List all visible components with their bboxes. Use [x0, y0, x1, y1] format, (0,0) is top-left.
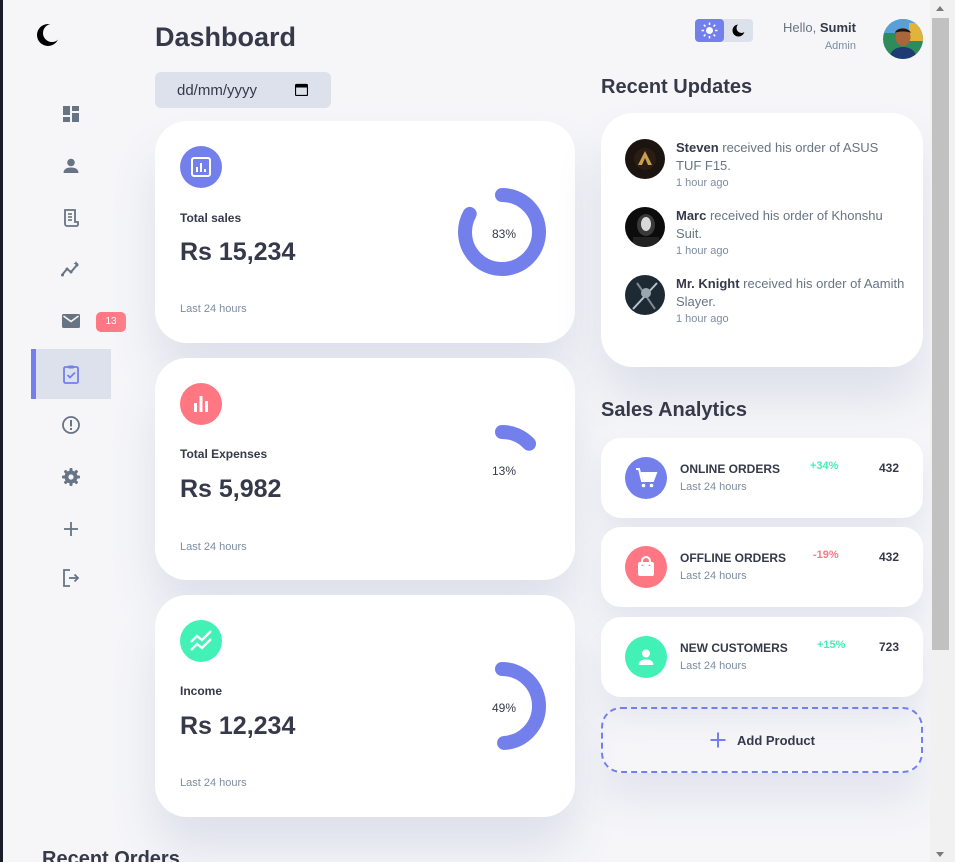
avatar [625, 275, 665, 315]
person-icon [625, 636, 667, 678]
card-period: Last 24 hours [180, 541, 247, 553]
light-mode-button[interactable] [695, 19, 724, 42]
greeting-text: Hello, [783, 20, 817, 35]
progress-percent: 13% [492, 464, 517, 478]
date-placeholder: dd/mm/yyyy [177, 81, 258, 99]
card-period: Last 24 hours [180, 303, 247, 315]
report-icon [62, 416, 80, 434]
sidebar-item-analytics[interactable] [31, 245, 111, 295]
logout-icon [63, 569, 80, 587]
insights-icon [61, 261, 79, 277]
recent-orders-title: Recent Orders [42, 848, 180, 862]
analytics-icon [180, 146, 222, 188]
scroll-down-arrow-icon[interactable] [936, 852, 944, 857]
card-period: Last 24 hours [180, 777, 247, 789]
cart-icon [625, 457, 667, 499]
add-product-button[interactable]: Add Product [601, 707, 923, 773]
analytics-period: Last 24 hours [680, 570, 747, 582]
income-card: Income Rs 12,234 Last 24 hours 49% [155, 595, 575, 817]
analytics-period: Last 24 hours [680, 481, 747, 493]
gear-icon [62, 468, 80, 486]
update-name: Mr. Knight [676, 276, 740, 291]
sidebar-item-products[interactable] [31, 349, 111, 399]
card-label: Total Expenses [180, 447, 268, 461]
recent-updates-title: Recent Updates [601, 76, 753, 98]
card-value: Rs 12,234 [180, 712, 296, 740]
sidebar-item-orders[interactable] [31, 193, 111, 243]
card-label: Income [180, 684, 223, 698]
total-sales-card: Total sales Rs 15,234 Last 24 hours 83% [155, 121, 575, 343]
analytics-period: Last 24 hours [680, 660, 747, 672]
analytics-item-offline-orders[interactable]: OFFLINE ORDERS Last 24 hours -19% 432 [601, 527, 923, 607]
update-time: 1 hour ago [676, 313, 729, 325]
user-greeting: Hello, Sumit [783, 20, 856, 35]
logo-icon[interactable] [36, 23, 60, 47]
scrollbar-thumb[interactable] [932, 18, 949, 650]
update-text: received his order of Khonshu Suit. [676, 208, 883, 241]
sidebar-item-add-product[interactable] [31, 504, 111, 554]
card-value: Rs 15,234 [180, 238, 296, 266]
page-title: Dashboard [155, 22, 297, 52]
total-expenses-card: Total Expenses Rs 5,982 Last 24 hours 13… [155, 358, 575, 580]
shopping-bag-icon [625, 546, 667, 588]
scroll-up-arrow-icon[interactable] [936, 6, 944, 11]
analytics-title: OFFLINE ORDERS [680, 551, 787, 565]
message-count-badge: 13 [96, 312, 126, 332]
theme-toggle[interactable] [695, 19, 753, 42]
card-label: Total sales [180, 211, 242, 225]
analytics-title: ONLINE ORDERS [680, 462, 781, 476]
update-time: 1 hour ago [676, 245, 729, 257]
analytics-item-new-customers[interactable]: NEW CUSTOMERS Last 24 hours +15% 723 [601, 617, 923, 697]
bar-chart-icon [180, 383, 222, 425]
add-product-label: Add Product [737, 732, 815, 748]
avatar[interactable] [883, 19, 923, 59]
date-input[interactable]: dd/mm/yyyy [155, 72, 331, 108]
update-name: Steven [676, 140, 719, 155]
person-icon [63, 158, 79, 173]
recent-updates-panel: Steven received his order of ASUS TUF F1… [601, 113, 923, 367]
analytics-title: NEW CUSTOMERS [680, 641, 788, 655]
plus-icon [710, 732, 726, 748]
card-value: Rs 5,982 [180, 475, 282, 503]
sidebar-item-logout[interactable] [31, 553, 111, 603]
sidebar-item-dashboard[interactable] [31, 89, 111, 139]
plus-icon [64, 522, 78, 536]
analytics-count: 723 [878, 640, 899, 654]
sidebar-item-customers[interactable] [31, 141, 111, 191]
dark-mode-button[interactable] [724, 19, 753, 42]
mail-icon [62, 314, 80, 328]
avatar [625, 207, 665, 247]
stacked-line-icon [180, 620, 222, 662]
sidebar-item-reports[interactable] [31, 400, 111, 450]
update-message: Marc received his order of Khonshu Suit. [676, 207, 906, 243]
progress-percent: 49% [492, 701, 517, 715]
grid-view-icon [63, 106, 79, 122]
update-time: 1 hour ago [676, 177, 729, 189]
analytics-change: -19% [813, 549, 839, 561]
sales-analytics-title: Sales Analytics [601, 399, 748, 421]
update-message: Steven received his order of ASUS TUF F1… [676, 139, 906, 175]
clipboard-check-icon [63, 365, 79, 384]
analytics-change: +34% [810, 460, 839, 472]
app-window: 13 Dashboard dd/mm/yyyy Hello, Sumit Adm… [3, 0, 930, 862]
sidebar-item-settings[interactable] [31, 452, 111, 502]
analytics-change: +15% [817, 639, 846, 651]
update-name: Marc [676, 208, 707, 223]
analytics-item-online-orders[interactable]: ONLINE ORDERS Last 24 hours +34% 432 [601, 438, 923, 518]
progress-percent: 83% [492, 227, 517, 241]
user-name: Sumit [819, 20, 856, 35]
analytics-count: 432 [878, 461, 899, 475]
receipt-icon [64, 209, 79, 227]
sun-icon [701, 22, 718, 39]
user-role: Admin [824, 40, 856, 52]
avatar [625, 139, 665, 179]
calendar-icon[interactable] [295, 83, 308, 96]
analytics-count: 432 [878, 550, 899, 564]
update-message: Mr. Knight received his order of Aamith … [676, 275, 906, 311]
moon-icon [732, 23, 747, 37]
